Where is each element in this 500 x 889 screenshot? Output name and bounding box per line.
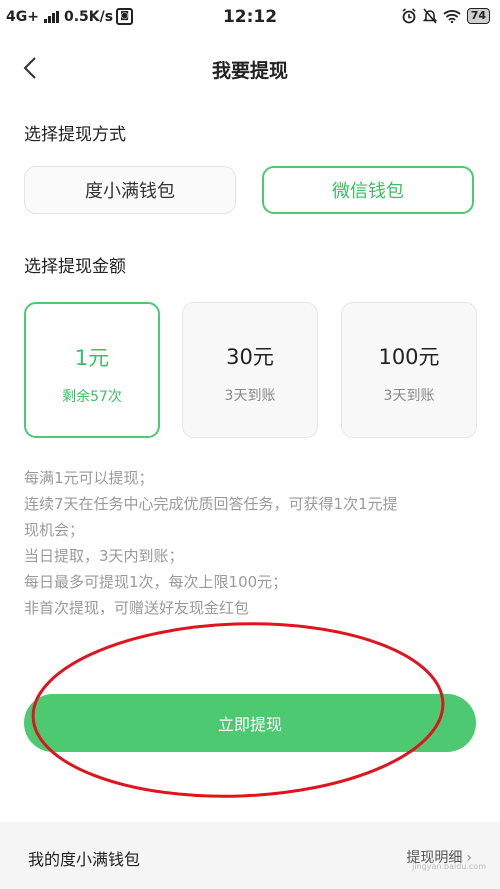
withdraw-rules: 每满1元可以提现； 连续7天在任务中心完成优质回答任务，可获得1次1元提 现机会… (24, 465, 484, 621)
amount-option-100[interactable]: 100元 3天到账 (341, 302, 477, 438)
amount-subtext: 剩余57次 (62, 389, 122, 405)
watermark: jingyan.baidu.com (412, 862, 486, 871)
mute-bell-icon (422, 8, 437, 24)
bottom-bar: 我的度小满钱包 提现明细 › (0, 822, 500, 889)
rule-line: 每日最多可提现1次，每次上限100元； (24, 573, 288, 591)
rule-line: 现机会； (24, 521, 85, 539)
amount-section-label: 选择提现金额 (24, 257, 126, 277)
wifi-icon (443, 10, 461, 23)
my-wallet-link[interactable]: 我的度小满钱包 (28, 846, 140, 870)
page-title: 我要提现 (211, 60, 288, 82)
amount-option-1[interactable]: 1元 剩余57次 (24, 302, 160, 438)
method-option-label: 微信钱包 (332, 181, 404, 202)
nav-header: 我要提现 (0, 44, 500, 92)
amount-value: 30元 (226, 345, 274, 369)
rule-line: 非首次提现，可赠送好友现金红包 (24, 599, 250, 617)
amount-option-30[interactable]: 30元 3天到账 (182, 302, 318, 438)
amount-value: 1元 (74, 346, 110, 370)
status-bar: 4G+ 0.5K/s ◙ 12:12 74 (0, 0, 500, 36)
amount-value: 100元 (378, 345, 440, 369)
battery-icon: 74 (466, 8, 490, 24)
alarm-icon (402, 8, 416, 24)
method-option-wechat[interactable]: 微信钱包 (262, 166, 474, 214)
rule-line: 连续7天在任务中心完成优质回答任务，可获得1次1元提 (24, 495, 398, 513)
amount-subtext: 3天到账 (383, 388, 435, 404)
status-right: 74 (401, 8, 490, 24)
withdraw-now-button[interactable]: 立即提现 (24, 694, 476, 752)
rule-line: 每满1元可以提现； (24, 469, 154, 487)
method-section-label: 选择提现方式 (24, 125, 126, 145)
method-option-duxiaoman[interactable]: 度小满钱包 (24, 166, 236, 214)
method-option-label: 度小满钱包 (85, 181, 175, 202)
amount-subtext: 3天到账 (224, 388, 276, 404)
rule-line: 当日提取，3天内到账； (24, 547, 184, 565)
